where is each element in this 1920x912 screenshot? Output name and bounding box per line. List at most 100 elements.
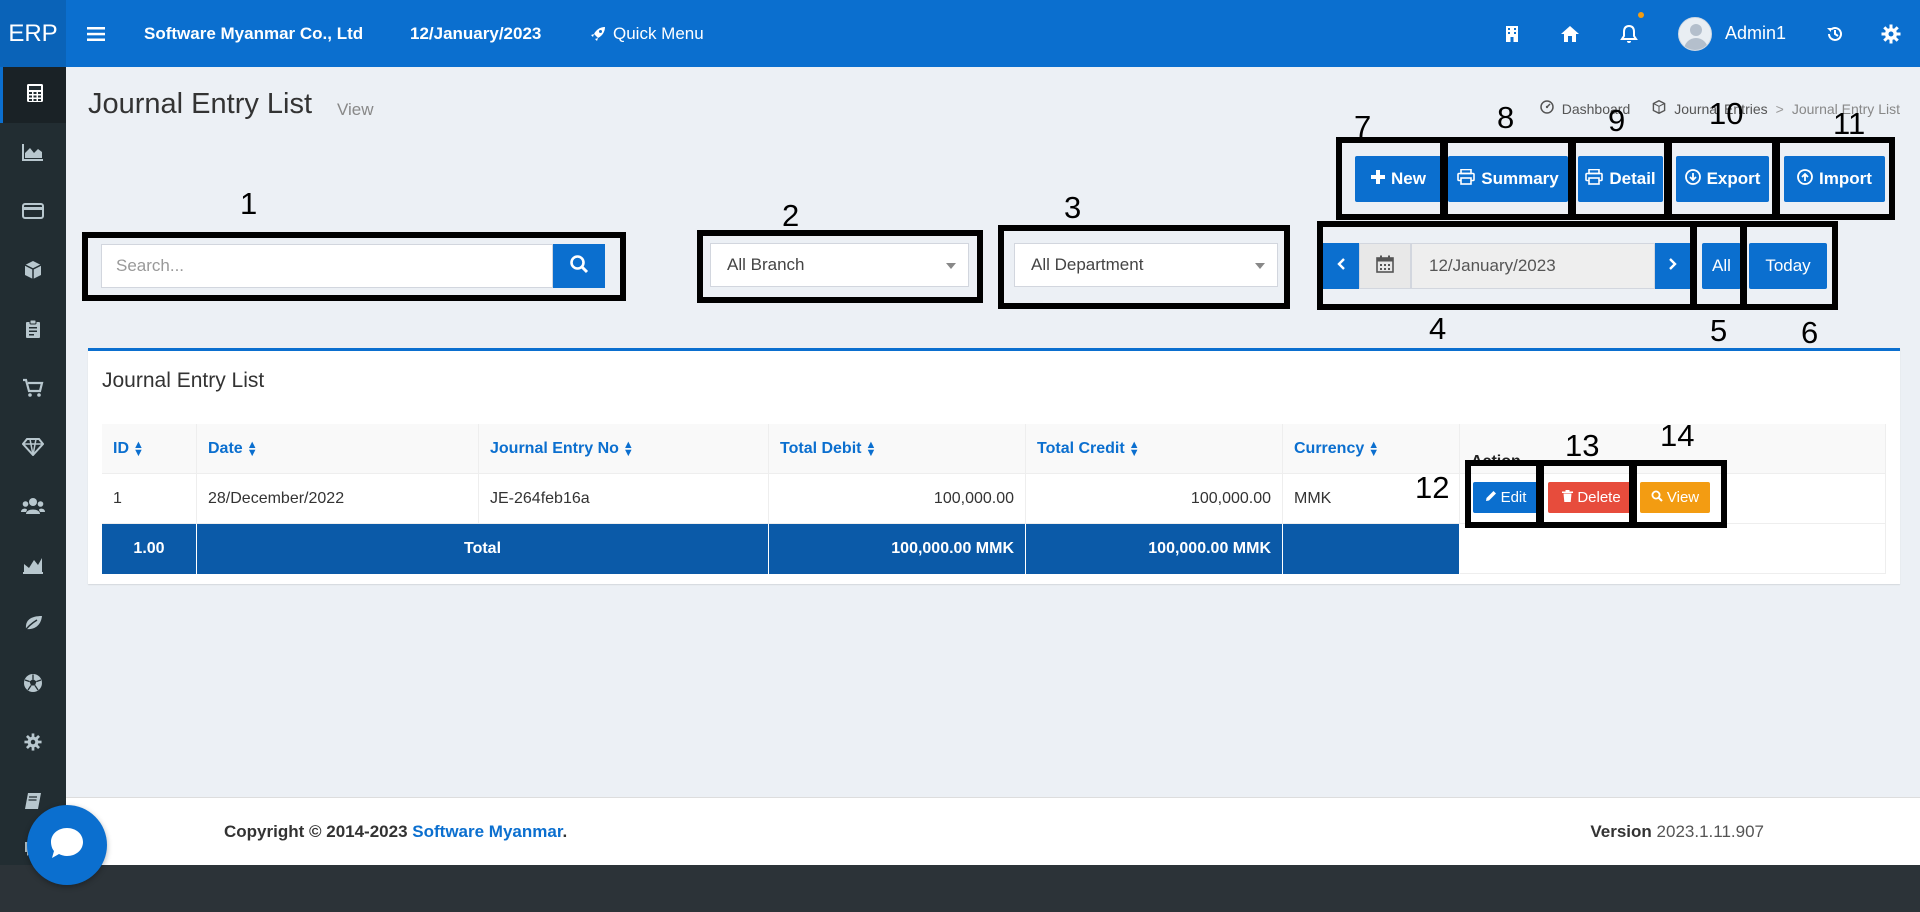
column-header-label: Total Credit: [1037, 439, 1125, 457]
callout-box-5: [1690, 221, 1747, 310]
bottom-bar: [0, 865, 1920, 912]
sidebar-item-hr[interactable]: [0, 480, 66, 536]
header-date: 12/January/2023: [410, 23, 542, 43]
callout-box-8: [1440, 137, 1576, 220]
callout-number-14: 14: [1660, 418, 1695, 453]
callout-box-9: [1568, 137, 1672, 220]
sidebar-item-reports[interactable]: [0, 126, 66, 182]
users-icon: [21, 497, 45, 520]
book-icon: [24, 792, 42, 815]
column-header-label: Total Debit: [780, 439, 862, 457]
chat-bubble-icon: [48, 825, 86, 866]
column-header-label: Date: [208, 439, 243, 457]
sort-icon: ▲ ▼: [1128, 438, 1140, 459]
settings-gear-icon[interactable]: [1876, 0, 1906, 67]
sidebar-item-sports[interactable]: [0, 657, 66, 713]
column-header-date[interactable]: Date ▲ ▼: [197, 424, 479, 474]
cube-icon: [1652, 99, 1666, 117]
hamburger-menu-icon[interactable]: [81, 0, 111, 67]
home-icon[interactable]: [1555, 0, 1585, 67]
callout-number-4: 4: [1429, 311, 1447, 346]
soccer-ball-icon: [23, 673, 43, 698]
gear-icon: [24, 732, 42, 756]
callout-box-6: [1740, 221, 1838, 310]
callout-number-12: 12: [1415, 470, 1450, 505]
sidebar-item-products[interactable]: [0, 244, 66, 300]
cell-total-credit: 100,000.00: [1026, 474, 1283, 524]
version-label: Version: [1590, 822, 1652, 841]
column-header-total-credit[interactable]: Total Credit ▲ ▼: [1026, 424, 1283, 474]
callout-box-13: [1536, 460, 1637, 528]
footer-company-link[interactable]: Software Myanmar: [412, 822, 562, 841]
top-navbar: ERP Software Myanmar Co., Ltd 12/January…: [0, 0, 1920, 67]
sort-icon: ▲ ▼: [865, 438, 877, 459]
calculator-icon: [26, 83, 44, 108]
footer: Copyright © 2014-2023 Software Myanmar. …: [66, 797, 1920, 865]
quick-menu-label: Quick Menu: [613, 23, 704, 43]
clipboard-icon: [25, 319, 41, 344]
building-icon[interactable]: [1497, 0, 1527, 67]
total-credit: 100,000.00 MMK: [1026, 524, 1283, 574]
callout-number-13: 13: [1565, 428, 1600, 463]
company-name[interactable]: Software Myanmar Co., Ltd: [144, 0, 363, 67]
user-avatar[interactable]: [1677, 0, 1713, 67]
footer-period: .: [562, 822, 568, 841]
sidebar-item-payments[interactable]: [0, 185, 66, 241]
callout-box-11: [1772, 137, 1895, 220]
leaf-icon: [23, 615, 43, 638]
column-header-entry-no[interactable]: Journal Entry No ▲ ▼: [479, 424, 769, 474]
quick-menu[interactable]: Quick Menu: [589, 0, 704, 67]
credit-card-icon: [22, 202, 44, 224]
cell-entry-no: JE-264feb16a: [479, 474, 769, 524]
brand-logo[interactable]: ERP: [0, 0, 66, 67]
column-header-label: Journal Entry No: [490, 439, 619, 457]
history-icon[interactable]: [1820, 0, 1850, 67]
version-number: 2023.1.11.907: [1656, 822, 1764, 841]
footer-copyright: Copyright © 2014-2023 Software Myanmar.: [224, 822, 567, 842]
callout-number-3: 3: [1064, 190, 1082, 225]
diamond-icon: [21, 437, 45, 461]
notification-bell-icon[interactable]: [1614, 0, 1644, 67]
breadcrumb-separator: >: [1775, 100, 1784, 117]
sidebar-item-tasks[interactable]: [0, 303, 66, 359]
user-name[interactable]: Admin1: [1725, 0, 1786, 67]
sort-icon: ▲ ▼: [1368, 438, 1380, 459]
sidebar-item-settings[interactable]: [0, 716, 66, 772]
column-header-total-debit[interactable]: Total Debit ▲ ▼: [769, 424, 1026, 474]
bar-chart-icon: [22, 556, 44, 579]
callout-box-10: [1664, 137, 1780, 220]
footer-version: Version 2023.1.11.907: [1590, 822, 1764, 842]
sidebar-item-assets[interactable]: [0, 421, 66, 477]
callout-number-9: 9: [1608, 103, 1626, 138]
column-header-id[interactable]: ID ▲ ▼: [102, 424, 197, 474]
cart-icon: [22, 378, 44, 403]
total-debit: 100,000.00 MMK: [769, 524, 1026, 574]
sort-icon: ▲ ▼: [622, 438, 634, 459]
avatar: [1678, 16, 1712, 51]
sidebar-item-accounting[interactable]: [0, 67, 66, 123]
callout-number-6: 6: [1801, 315, 1819, 350]
total-currency-cell: [1283, 524, 1460, 574]
callout-box-1: [82, 232, 626, 301]
chat-widget-button[interactable]: [27, 805, 107, 885]
total-label: Total: [197, 524, 769, 574]
panel-title: Journal Entry List: [102, 369, 265, 392]
column-header-currency[interactable]: Currency ▲ ▼: [1283, 424, 1460, 474]
column-header-label: Currency: [1294, 439, 1365, 457]
page-subtitle: View: [337, 100, 374, 119]
copyright-text: Copyright © 2014-2023: [224, 822, 408, 841]
sort-icon: ▲ ▼: [246, 438, 258, 459]
notification-dot: [1638, 12, 1644, 18]
callout-number-7: 7: [1354, 109, 1372, 144]
sidebar-item-agriculture[interactable]: [0, 598, 66, 654]
sidebar-item-sales[interactable]: [0, 362, 66, 418]
callout-box-4: [1317, 221, 1697, 310]
total-count: 1.00: [102, 524, 197, 574]
sidebar-item-analytics[interactable]: [0, 539, 66, 595]
column-header-label: ID: [113, 439, 129, 457]
callout-number-11: 11: [1833, 106, 1866, 141]
callout-box-3: [998, 225, 1290, 309]
rocket-icon: [589, 25, 607, 43]
callout-number-5: 5: [1710, 313, 1728, 348]
sidebar: [0, 67, 66, 912]
